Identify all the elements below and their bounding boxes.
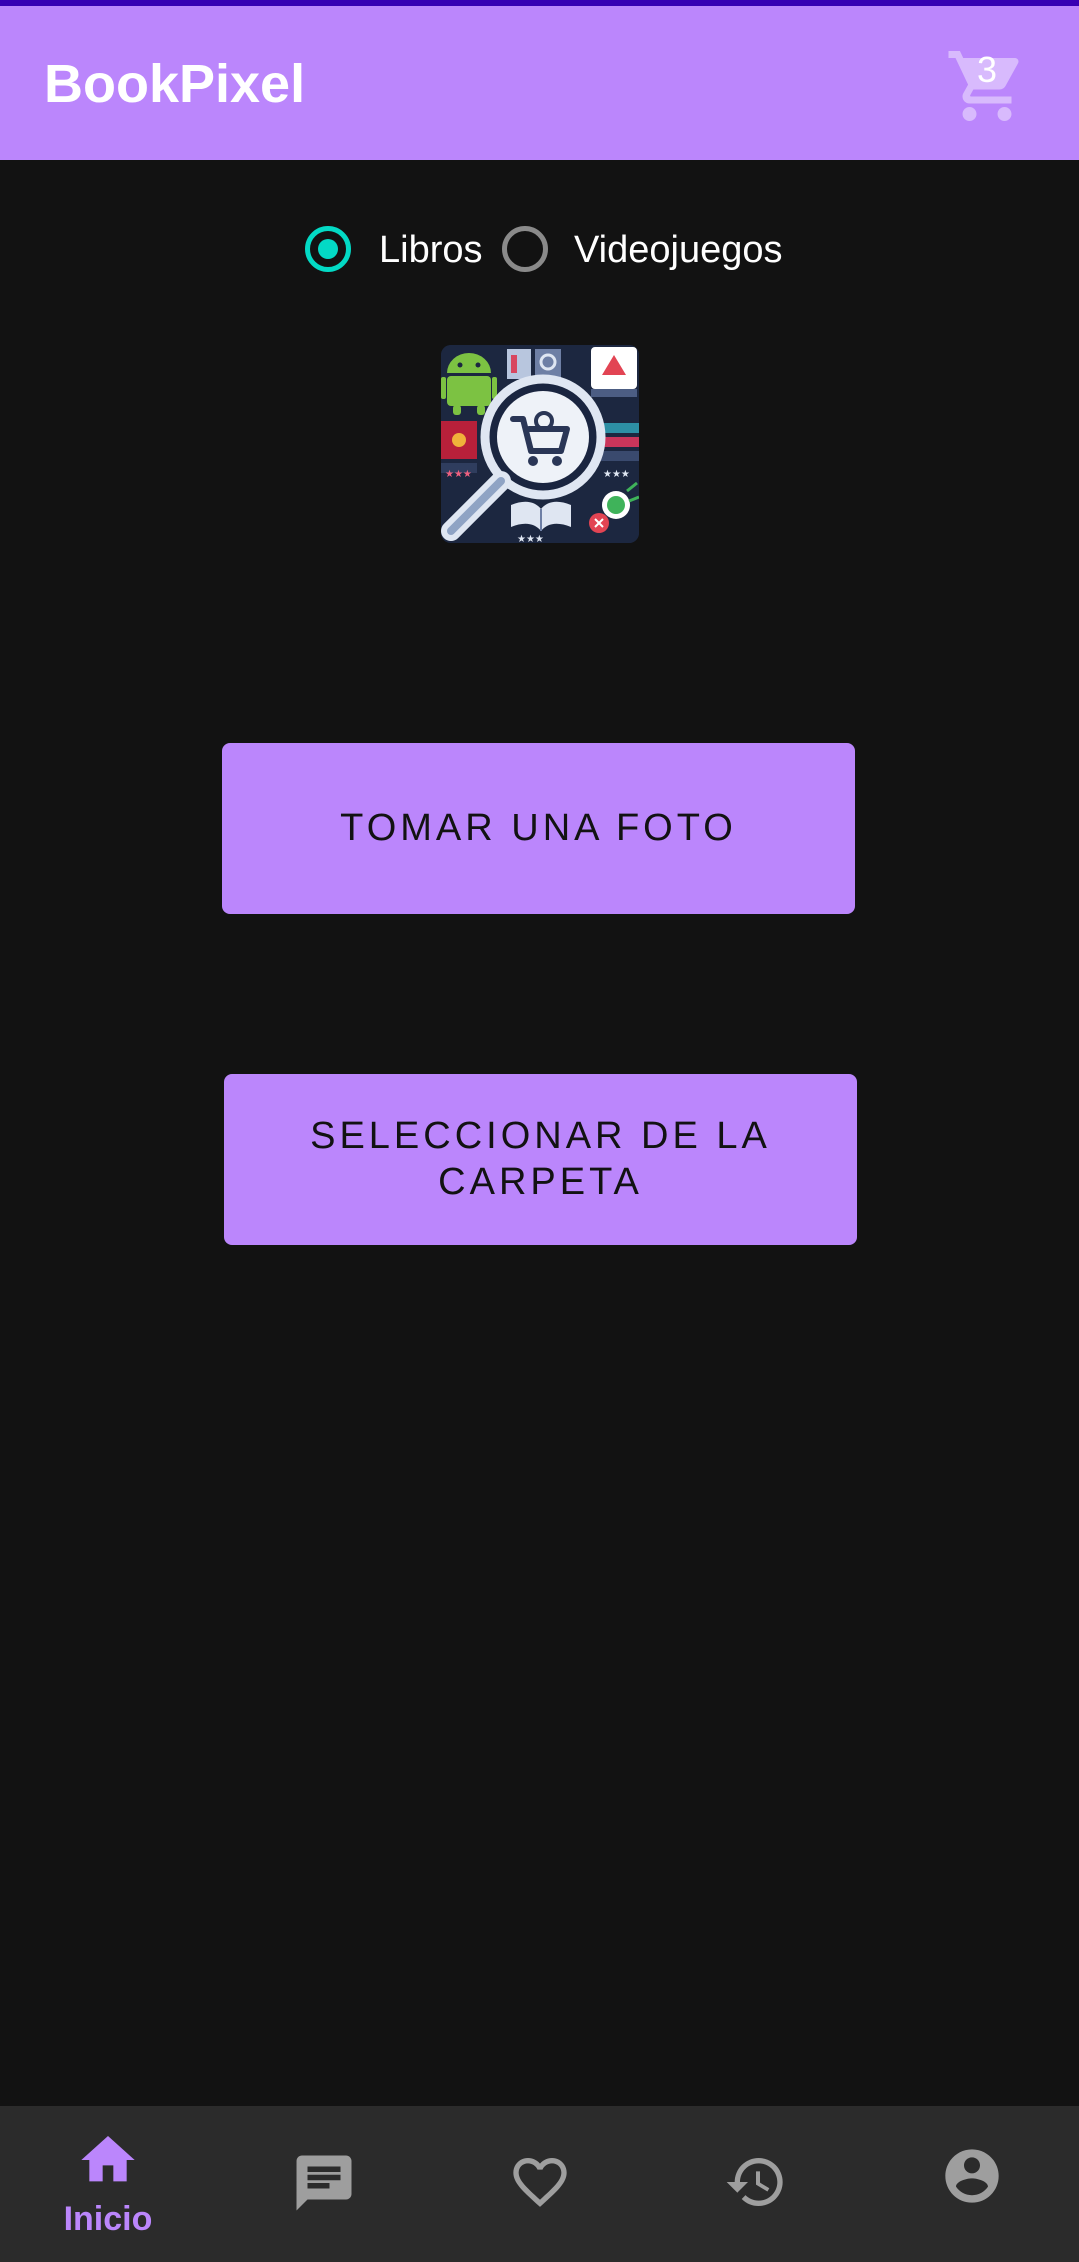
- radio-libros[interactable]: Libros: [305, 222, 495, 284]
- svg-text:★★★: ★★★: [517, 534, 544, 543]
- nav-item-history[interactable]: [648, 2106, 864, 2262]
- history-icon: [726, 2158, 783, 2206]
- nav-item-profile[interactable]: [864, 2106, 1079, 2262]
- radio-unchecked-icon[interactable]: [502, 226, 548, 272]
- nav-item-chat[interactable]: [216, 2106, 432, 2262]
- app-logo: ★★★ ★★★ ★★★: [441, 345, 639, 543]
- magnifier-cart-logo: ★★★ ★★★ ★★★: [441, 345, 639, 543]
- radio-label-libros: Libros: [379, 229, 483, 271]
- app-title: BookPixel: [44, 54, 306, 114]
- cart-count-badge: 3: [976, 49, 998, 90]
- chat-icon: [296, 2155, 352, 2211]
- radio-checked-icon[interactable]: [305, 226, 351, 272]
- cart-button[interactable]: 3: [945, 44, 1029, 128]
- svg-text:★★★: ★★★: [445, 469, 472, 480]
- account-icon: [945, 2149, 999, 2203]
- take-photo-button[interactable]: TOMAR UNA FOTO: [222, 743, 855, 914]
- home-icon: [81, 2136, 135, 2182]
- svg-text:★★★: ★★★: [603, 469, 630, 480]
- radio-videojuegos[interactable]: Videojuegos: [502, 222, 802, 284]
- bottom-navigation: Inicio: [0, 2106, 1079, 2262]
- heart-icon: [513, 2158, 567, 2207]
- app-bar: BookPixel 3: [0, 6, 1079, 160]
- select-from-folder-button[interactable]: SELECCIONAR DE LA CARPETA: [224, 1074, 857, 1245]
- nav-label-inicio: Inicio: [63, 2200, 153, 2238]
- nav-item-inicio[interactable]: Inicio: [0, 2106, 216, 2262]
- nav-item-favorites[interactable]: [432, 2106, 648, 2262]
- radio-label-videojuegos: Videojuegos: [574, 229, 783, 271]
